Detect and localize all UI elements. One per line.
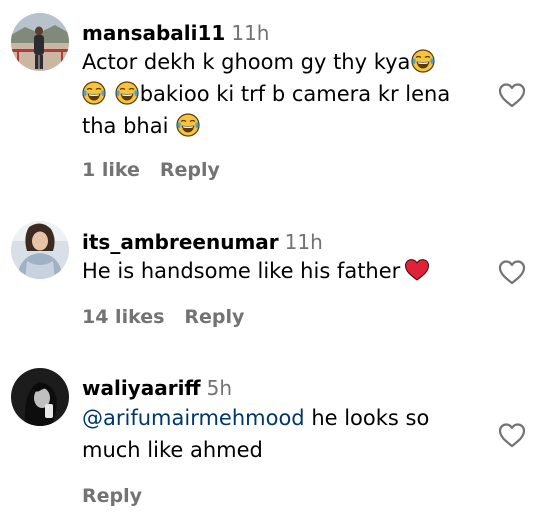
timestamp: 5h [206,376,233,400]
comment-meta: 14 likes Reply [82,305,244,329]
comment-meta: 1 like Reply [82,158,220,182]
face-with-tears-of-joy-icon [176,113,200,137]
reply-button[interactable]: Reply [82,485,142,507]
likes-count[interactable]: 1 like [82,159,140,181]
mention-link[interactable]: @arifumairmehmood [82,406,305,430]
avatar[interactable] [11,13,69,71]
timestamp: 11h [231,21,270,45]
likes-count[interactable]: 14 likes [82,306,164,328]
comment-meta: Reply [82,484,142,508]
username[interactable]: its_ambreenumar [82,230,279,254]
avatar[interactable] [11,221,69,279]
face-with-tears-of-joy-icon [82,81,106,105]
comment-header: its_ambreenumar 11h [82,229,323,255]
face-with-tears-of-joy-icon [411,49,435,73]
face-with-tears-of-joy-icon [115,81,139,105]
like-heart-icon[interactable] [497,421,527,449]
avatar[interactable] [11,368,69,426]
timestamp: 11h [284,230,323,254]
reply-button[interactable]: Reply [160,159,220,181]
comment-text: He is handsome like his father [82,255,482,287]
comment-header: waliyaariff 5h [82,375,232,401]
comment-text: @arifumairmehmood he looks so much like … [82,406,430,462]
like-heart-icon[interactable] [497,81,527,109]
like-heart-icon[interactable] [497,258,527,286]
username[interactable]: mansabali11 [82,21,225,45]
comment-text: Actor dekh k ghoom gy thy kya bakioo ki … [82,49,451,138]
reply-button[interactable]: Reply [184,306,244,328]
comment-header: mansabali11 11h [82,20,269,46]
username[interactable]: waliyaariff [82,376,201,400]
red-heart-icon [405,259,430,281]
